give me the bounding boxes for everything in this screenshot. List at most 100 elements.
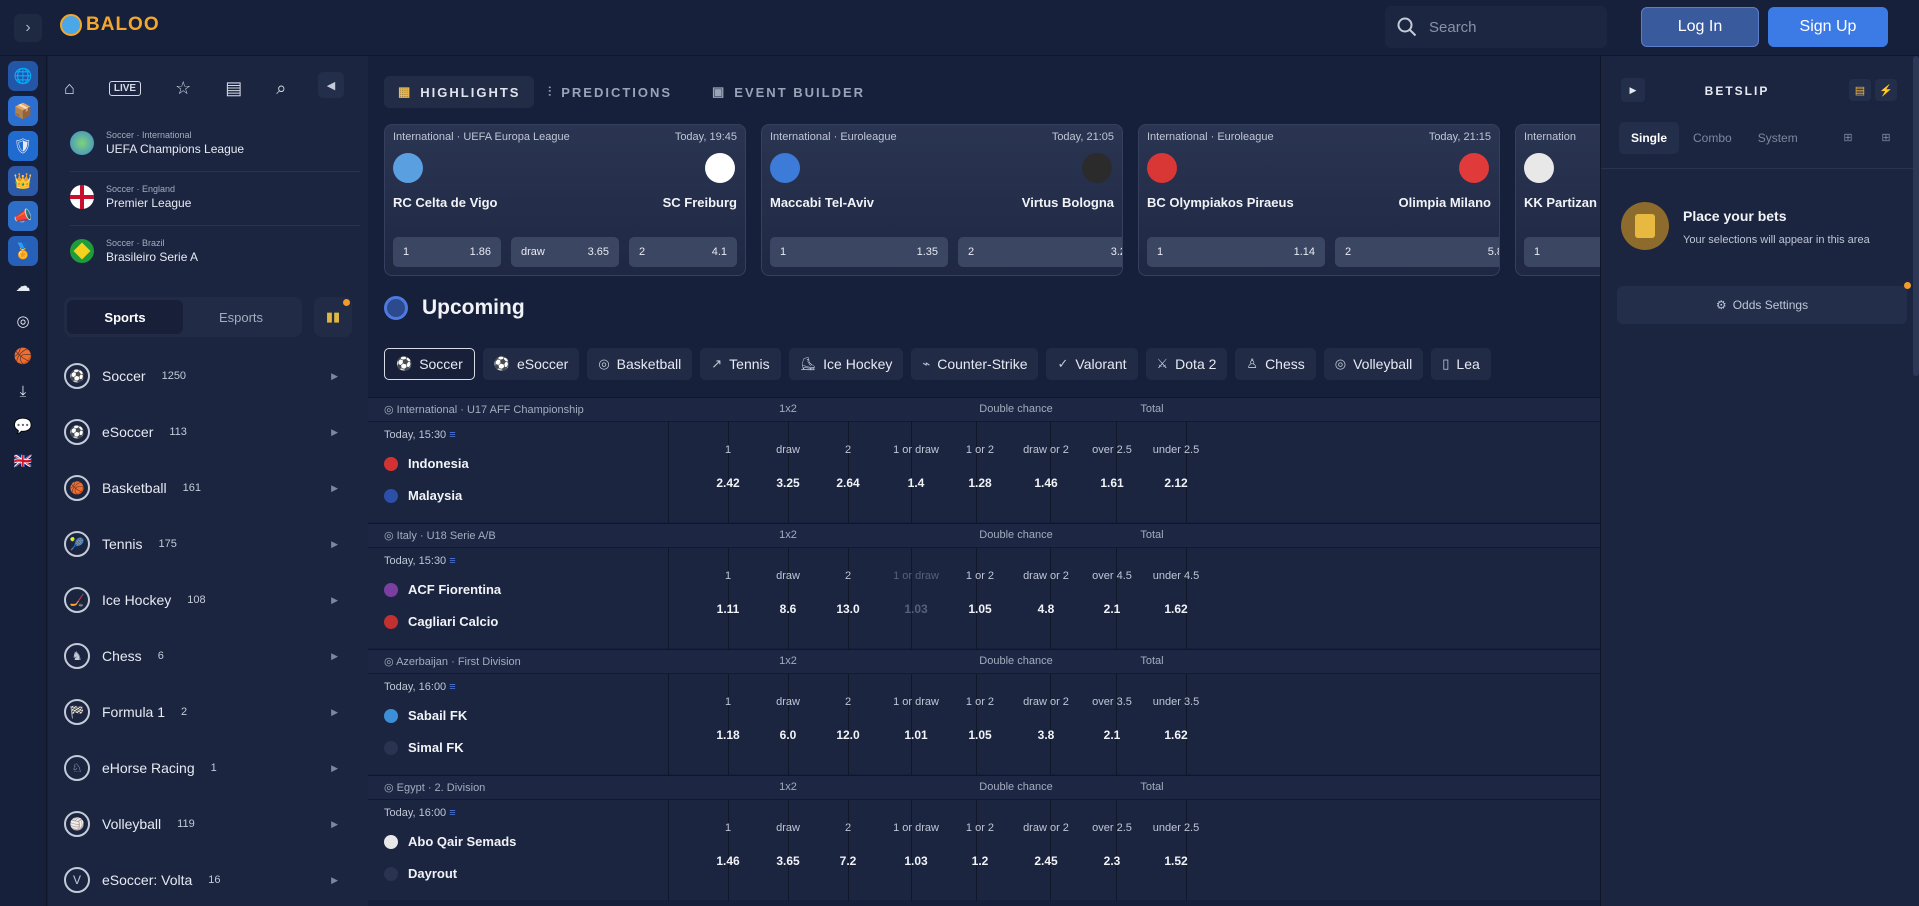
live-button[interactable]: LIVE [108,81,142,96]
lightning-icon[interactable]: ⚡ [1875,79,1897,101]
scrollbar[interactable] [1913,56,1919,376]
odds-value[interactable]: 12.0 [818,728,878,742]
odds-value[interactable]: 1.01 [886,728,946,742]
box-promo-icon[interactable]: 📦 [8,96,38,126]
sidebar-item-tennis[interactable]: 🎾 Tennis 175 ▶ [64,524,364,564]
odds-value[interactable]: 4.8 [1016,602,1076,616]
highlight-card[interactable]: International · UEFA Europa League Today… [384,124,746,276]
highlight-card[interactable]: International · Euroleague Today, 21:05 … [761,124,1123,276]
odds-value[interactable]: 1.46 [1016,476,1076,490]
receipt-icon[interactable]: ▤ [1849,79,1871,101]
expand-menu-button[interactable]: › [14,14,42,42]
medal-promo-icon[interactable]: 🏅 [8,236,38,266]
odds-value[interactable]: 1.52 [1146,854,1206,868]
crown-promo-icon[interactable]: 👑 [8,166,38,196]
odds-value[interactable]: 8.6 [758,602,818,616]
chip-soccer[interactable]: ⚽ Soccer [384,348,475,380]
home-team[interactable]: Indonesia [384,456,469,471]
odds-button[interactable]: 25.8 [1335,237,1499,267]
odds-value[interactable]: 2.12 [1146,476,1206,490]
home-team[interactable]: ACF Fiorentina [384,582,501,597]
globe-promo-icon[interactable]: 🌐 [8,61,38,91]
sidebar-item-formula-1[interactable]: 🏁 Formula 1 2 ▶ [64,692,364,732]
esports-toggle[interactable]: Esports [183,300,299,334]
odds-value[interactable]: 1.05 [950,602,1010,616]
basketball-promo-icon[interactable]: 🏀 [8,341,38,371]
sidebar-item-esoccer[interactable]: ⚽ eSoccer 113 ▶ [64,412,364,452]
away-team[interactable]: Dayrout [384,866,457,881]
odds-value[interactable]: 1.62 [1146,728,1206,742]
star-icon[interactable]: ☆ [175,78,191,99]
home-team[interactable]: Sabail FK [384,708,467,723]
away-team[interactable]: Malaysia [384,488,462,503]
odds-value[interactable]: 1.4 [886,476,946,490]
signup-button[interactable]: Sign Up [1768,7,1888,47]
chip-basketball[interactable]: ◎ Basketball [587,348,693,380]
odds-value[interactable]: 1.11 [698,602,758,616]
logo[interactable]: BALOO [60,14,160,36]
stats-button[interactable]: ▮▮ [314,297,352,337]
odds-value[interactable]: 13.0 [818,602,878,616]
home-team[interactable]: Abo Qair Semads [384,834,516,849]
odds-value[interactable]: 1.61 [1082,476,1142,490]
tab-single[interactable]: Single [1619,122,1680,154]
odds-button[interactable]: 1 1.35 [770,237,948,267]
chip-valorant[interactable]: ✓ Valorant [1046,348,1138,380]
chip-volleyball[interactable]: ◎ Volleyball [1323,348,1424,380]
odds-value[interactable]: 1.03 [886,602,946,616]
document-icon[interactable]: ▤ [225,78,242,99]
sidebar-item-soccer[interactable]: ⚽ Soccer 1250 ▶ [64,356,364,396]
odds-value[interactable]: 1.05 [950,728,1010,742]
highlight-card[interactable]: Internation KK Partizan B 1 [1515,124,1600,276]
odds-value[interactable]: 3.65 [758,854,818,868]
odds-button[interactable]: 23.2 [958,237,1122,267]
search-icon[interactable]: ⌕ [276,78,286,99]
odds-value[interactable]: 2.1 [1082,728,1142,742]
odds-value[interactable]: 1.62 [1146,602,1206,616]
collapse-sidebar-button[interactable]: ◀ [318,72,344,98]
odds-value[interactable]: 1.03 [886,854,946,868]
chip-tennis[interactable]: ↗ Tennis [700,348,781,380]
uk-flag-icon[interactable]: 🇬🇧 [8,446,38,476]
away-team[interactable]: Cagliari Calcio [384,614,498,629]
odds-value[interactable]: 7.2 [818,854,878,868]
odds-value[interactable]: 2.42 [698,476,758,490]
odds-value[interactable]: 1.28 [950,476,1010,490]
top-league-item[interactable]: Soccer · International UEFA Champions Lea… [70,130,360,156]
odds-value[interactable]: 2.64 [818,476,878,490]
odds-value[interactable]: 1.18 [698,728,758,742]
tab-system[interactable]: System [1746,122,1810,154]
download-icon[interactable]: ⤓ [8,376,38,406]
odds-value[interactable]: 1.2 [950,854,1010,868]
highlight-card[interactable]: International · Euroleague Today, 21:15 … [1138,124,1500,276]
sidebar-item-basketball[interactable]: 🏀 Basketball 161 ▶ [64,468,364,508]
cloud-icon[interactable]: ☁ [8,271,38,301]
odds-button[interactable]: 1 1.86 [393,237,501,267]
grid-icon[interactable]: ⊞ [1875,126,1897,148]
shield-promo-icon[interactable]: 🛡 [8,131,38,161]
login-button[interactable]: Log In [1641,7,1759,47]
sidebar-item-esoccer-volta[interactable]: VeSoccer: Volta 16 ▶ [64,860,364,900]
odds-value[interactable]: 3.8 [1016,728,1076,742]
chip-dota-2[interactable]: ⚔ Dota 2 [1145,348,1228,380]
chip-lea[interactable]: ▯ Lea [1431,348,1491,380]
chip-counter-strike[interactable]: ⌁ Counter-Strike [911,348,1039,380]
sidebar-item-chess[interactable]: ♞ Chess 6 ▶ [64,636,364,676]
sidebar-item-ehorse-racing[interactable]: ♘ eHorse Racing 1 ▶ [64,748,364,788]
instagram-icon[interactable]: ◎ [8,306,38,336]
sidebar-item-volleyball[interactable]: 🏐 Volleyball 119 ▶ [64,804,364,844]
chip-ice-hockey[interactable]: ⛸ Ice Hockey [788,348,904,380]
odds-value[interactable]: 2.1 [1082,602,1142,616]
search-box[interactable]: Search [1385,6,1607,48]
sports-toggle[interactable]: Sports [67,300,183,334]
tab-combo[interactable]: Combo [1681,122,1744,154]
odds-value[interactable]: 6.0 [758,728,818,742]
home-icon[interactable]: ⌂ [64,78,75,99]
odds-button[interactable]: draw 3.65 [511,237,619,267]
top-league-item[interactable]: Soccer · Brazil Brasileiro Serie A [70,238,360,264]
chip-esoccer[interactable]: ⚽ eSoccer [482,348,580,380]
away-team[interactable]: Simal FK [384,740,464,755]
odds-value[interactable]: 2.45 [1016,854,1076,868]
odds-button[interactable]: 1 1.14 [1147,237,1325,267]
odds-value[interactable]: 2.3 [1082,854,1142,868]
